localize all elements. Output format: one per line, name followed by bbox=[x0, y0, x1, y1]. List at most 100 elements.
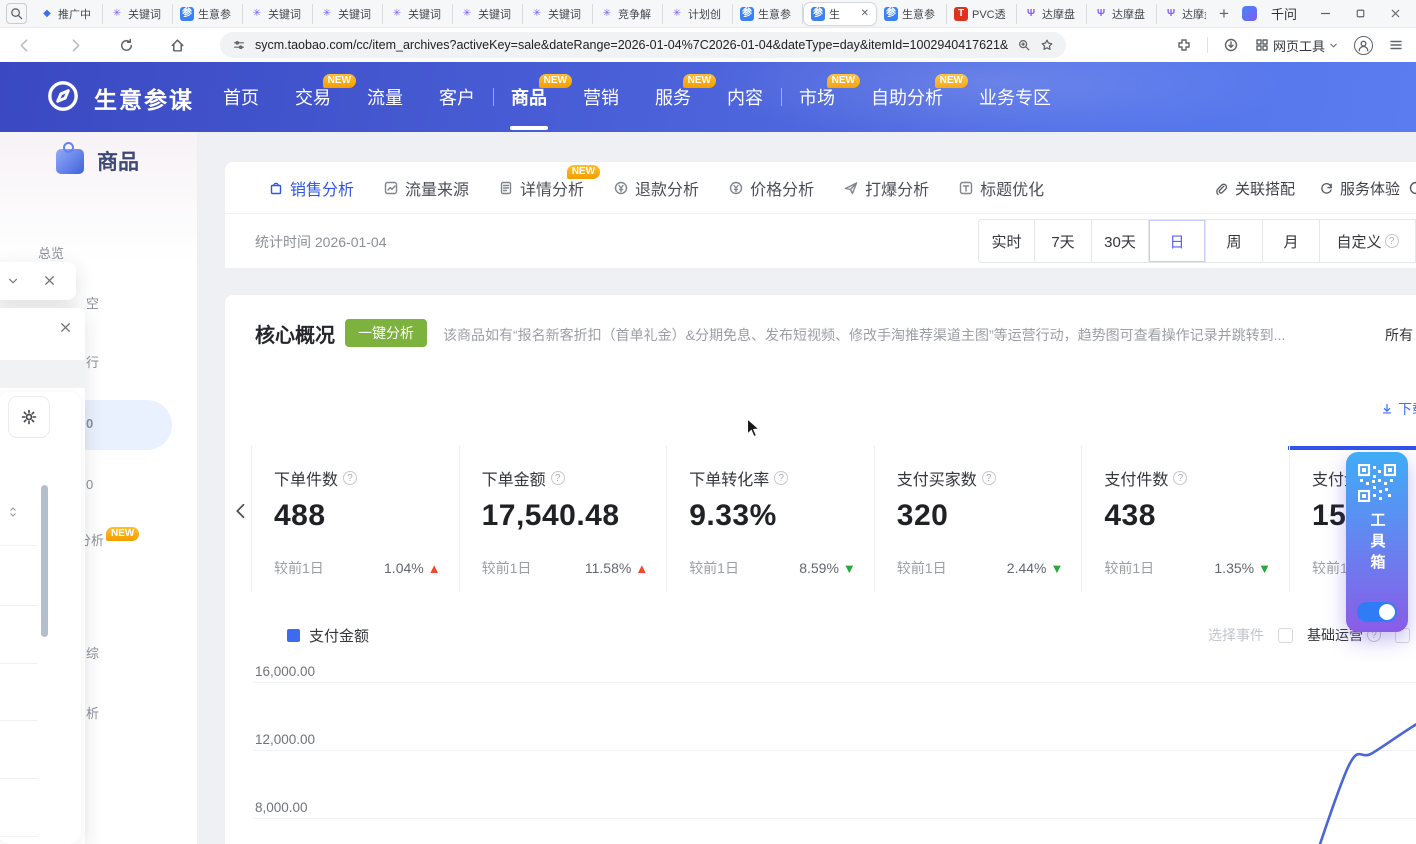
sidebar-item-fragment[interactable]: 综 bbox=[86, 643, 99, 663]
site-controls-icon[interactable] bbox=[232, 38, 246, 52]
address-bar[interactable]: sycm.taobao.com/cc/item_archives?activeK… bbox=[220, 32, 1066, 58]
url-text[interactable]: sycm.taobao.com/cc/item_archives?activeK… bbox=[255, 38, 1008, 52]
close-icon[interactable] bbox=[58, 320, 73, 335]
subnav-tab[interactable]: 流量来源 bbox=[383, 176, 469, 200]
minimize-icon[interactable] bbox=[1319, 7, 1332, 20]
reload-icon[interactable] bbox=[118, 37, 135, 54]
nav-item[interactable]: 服务 NEW bbox=[637, 62, 709, 132]
browser-tab[interactable]: Ψ 达摩盘 bbox=[1017, 4, 1087, 24]
subnav-link[interactable]: 关联搭配 bbox=[1214, 178, 1295, 199]
cards-scroll-left-icon[interactable] bbox=[231, 500, 251, 522]
date-range-button[interactable]: 7天 bbox=[1035, 219, 1092, 263]
browser-tab[interactable]: 参 生意参 bbox=[173, 4, 243, 24]
forward-icon[interactable] bbox=[67, 37, 84, 54]
sort-icon[interactable] bbox=[6, 504, 20, 520]
nav-item[interactable]: 流量 bbox=[349, 62, 421, 132]
one-click-analyze-button[interactable]: 一键分析 bbox=[345, 319, 427, 347]
browser-tab[interactable]: ◆ 推广中 bbox=[33, 4, 103, 24]
extensions-icon[interactable] bbox=[1176, 37, 1192, 53]
browser-menu-icon[interactable] bbox=[1388, 37, 1404, 53]
browser-tab[interactable]: ✳ 关键词 bbox=[313, 4, 383, 24]
close-icon[interactable] bbox=[42, 273, 57, 288]
subnav-tab[interactable]: 标题优化 bbox=[958, 176, 1044, 200]
all-metrics-link[interactable]: 所有 bbox=[1385, 325, 1413, 345]
browser-tab[interactable]: T PVC透 bbox=[947, 4, 1017, 24]
browser-tab[interactable]: 参 生意参 bbox=[877, 4, 947, 24]
browser-tab[interactable]: ✳ 关键词 bbox=[383, 4, 453, 24]
metric-card[interactable]: 下单转化率 9.33% 较前1日 8.59% bbox=[666, 446, 874, 592]
close-window-icon[interactable] bbox=[1389, 7, 1402, 20]
bookmark-star-icon[interactable] bbox=[1040, 38, 1054, 52]
home-icon[interactable] bbox=[169, 37, 186, 54]
help-icon[interactable] bbox=[343, 471, 357, 485]
back-icon[interactable] bbox=[16, 37, 33, 54]
help-icon[interactable] bbox=[1173, 471, 1187, 485]
zoom-icon[interactable] bbox=[1017, 38, 1031, 52]
download-link[interactable]: 下载 bbox=[1380, 399, 1416, 419]
metric-card[interactable]: 支付买家数 320 较前1日 2.44% bbox=[874, 446, 1082, 592]
subnav-link[interactable]: 服务体验 bbox=[1319, 178, 1400, 199]
nav-item[interactable]: 交易 NEW bbox=[277, 62, 349, 132]
app-title[interactable]: 生意参谋 bbox=[94, 81, 194, 115]
browser-tab[interactable]: ✳ 竞争解 bbox=[593, 4, 663, 24]
web-tools-menu[interactable]: 网页工具 bbox=[1254, 36, 1339, 55]
nav-item[interactable]: 客户 bbox=[421, 62, 493, 132]
browser-tab[interactable]: Ψ 达摩盘 bbox=[1157, 4, 1206, 24]
metric-card[interactable]: 下单件数 488 较前1日 1.04% bbox=[251, 446, 459, 592]
browser-tab[interactable]: ✳ 关键词 bbox=[453, 4, 523, 24]
subnav-tab[interactable]: 销售分析 bbox=[268, 176, 354, 200]
sidebar-item-fragment[interactable]: 空 bbox=[86, 293, 99, 313]
browser-tab[interactable]: Ψ 达摩盘 bbox=[1087, 4, 1157, 24]
nav-item[interactable]: 首页 bbox=[205, 62, 277, 132]
sidebar-item-fragment[interactable]: 0 bbox=[86, 474, 93, 494]
sidebar-item-fragment[interactable]: 总览 bbox=[38, 243, 64, 262]
sidebar-item-fragment[interactable]: 分析NEW bbox=[78, 530, 139, 550]
scrollbar-thumb[interactable] bbox=[41, 485, 48, 637]
help-icon[interactable] bbox=[551, 471, 565, 485]
browser-tab[interactable]: ✳ 关键词 bbox=[243, 4, 313, 24]
date-range-button[interactable]: 30天 bbox=[1092, 219, 1149, 263]
subnav-tab[interactable]: 详情分析 NEW bbox=[498, 176, 584, 200]
nav-item[interactable]: 内容 bbox=[709, 62, 781, 132]
collapse-icon[interactable] bbox=[6, 274, 20, 288]
nav-item[interactable]: 业务专区 bbox=[961, 62, 1069, 132]
date-range-button[interactable]: 实时 bbox=[978, 219, 1035, 263]
new-tab-button[interactable] bbox=[1214, 4, 1234, 24]
tab-search-icon[interactable] bbox=[6, 3, 27, 24]
sycm-logo-icon[interactable] bbox=[46, 79, 80, 113]
subnav-tab[interactable]: 打爆分析 bbox=[843, 176, 929, 200]
date-range-button[interactable]: 周 bbox=[1206, 219, 1263, 263]
browser-tab[interactable]: 参 生意参 bbox=[733, 4, 803, 24]
tab-close-icon[interactable] bbox=[861, 8, 869, 19]
nav-item[interactable]: 市场 NEW bbox=[781, 62, 853, 132]
browser-tab[interactable]: ✳ 关键词 bbox=[103, 4, 173, 24]
nav-item[interactable]: 自助分析 NEW bbox=[853, 62, 961, 132]
sidebar-item-fragment[interactable]: 行 bbox=[86, 352, 99, 372]
clipped-link-icon[interactable] bbox=[1408, 180, 1416, 196]
sidebar-item-fragment[interactable]: 析 bbox=[86, 703, 99, 723]
profile-avatar[interactable] bbox=[1354, 36, 1373, 55]
subnav-tab[interactable]: 退款分析 bbox=[613, 176, 699, 200]
nav-item[interactable]: 商品 NEW bbox=[493, 62, 565, 132]
event-checkbox[interactable] bbox=[1278, 628, 1293, 643]
downloads-icon[interactable] bbox=[1223, 37, 1239, 53]
sidebar-item-fragment[interactable]: 0 bbox=[86, 413, 93, 433]
browser-tab[interactable]: ✳ 计划创 bbox=[663, 4, 733, 24]
metric-card[interactable]: 下单金额 17,540.48 较前1日 11.58% bbox=[459, 446, 667, 592]
maximize-icon[interactable] bbox=[1354, 7, 1367, 20]
date-range-button[interactable]: 月 bbox=[1263, 219, 1320, 263]
nav-item[interactable]: 营销 bbox=[565, 62, 637, 132]
toolbox-widget[interactable]: 工具箱 bbox=[1346, 452, 1408, 632]
browser-tab[interactable]: ✳ 关键词 bbox=[523, 4, 593, 24]
toolbox-toggle[interactable] bbox=[1357, 602, 1397, 622]
browser-tab[interactable]: 参 生 bbox=[803, 2, 877, 26]
subnav-tab[interactable]: 价格分析 bbox=[728, 176, 814, 200]
help-icon[interactable] bbox=[774, 471, 788, 485]
date-range-button[interactable]: 自定义 bbox=[1320, 219, 1416, 263]
help-icon[interactable] bbox=[982, 471, 996, 485]
legend-item[interactable]: 支付金额 bbox=[287, 625, 369, 646]
metric-card[interactable]: 支付件数 438 较前1日 1.35% bbox=[1081, 446, 1289, 592]
date-range-button[interactable]: 日 bbox=[1149, 219, 1206, 263]
help-icon[interactable] bbox=[1385, 234, 1399, 248]
settings-button[interactable] bbox=[8, 396, 50, 438]
